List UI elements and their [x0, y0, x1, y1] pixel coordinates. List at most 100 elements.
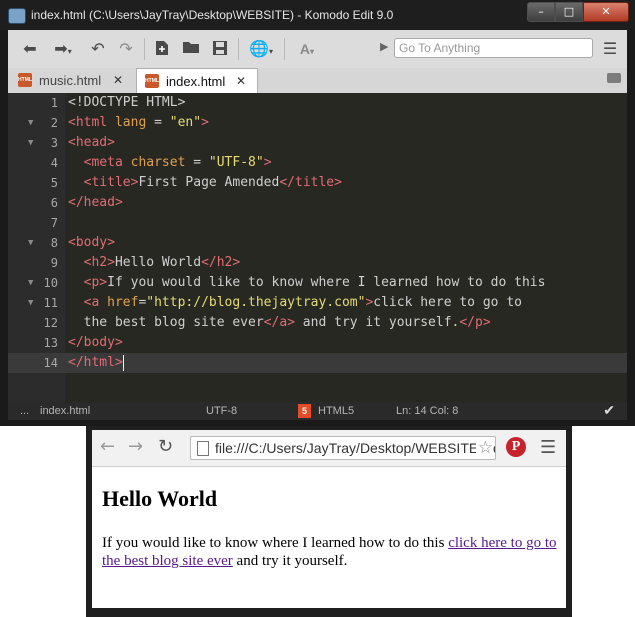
code-text: the best blog site ever</a> and try it y… [68, 313, 491, 333]
line-number: 2 [50, 116, 58, 130]
code-line[interactable]: ▼ 10 <p>If you would like to know where I… [8, 273, 627, 293]
title-bar: index.html (C:\Users\JayTray\Desktop\WEB… [0, 0, 635, 30]
maximize-button[interactable]: □ [555, 2, 583, 22]
minimize-button[interactable]: – [527, 2, 555, 22]
line-number: 7 [50, 216, 58, 230]
menu-icon[interactable]: ☰ [600, 40, 620, 58]
code-line[interactable]: 4 <meta charset = "UTF-8"> [8, 153, 627, 173]
line-number: 3 [50, 136, 58, 150]
code-token: Hello World [114, 255, 202, 270]
font-icon[interactable]: A▾ [292, 40, 322, 58]
status-position: Ln: 14 Col: 8 [396, 405, 459, 417]
code-line[interactable]: 7 [8, 213, 627, 233]
status-dots: ... [20, 405, 30, 417]
code-line[interactable]: ▼ 2 <html lang = "en"> [8, 113, 627, 133]
code-text: <body> [68, 233, 115, 253]
code-token: href [107, 295, 139, 310]
tab-label: index.html [166, 74, 226, 89]
browser-forward-icon[interactable]: → [128, 436, 143, 457]
back-arrow-icon[interactable]: ⬅ [20, 40, 40, 58]
code-text: <html lang = "en"> [68, 113, 209, 133]
line-number: 14 [43, 356, 58, 370]
code-token: <head> [68, 135, 115, 150]
code-token: </h2> [201, 255, 241, 270]
paragraph-text-after: and try it yourself. [232, 553, 348, 569]
browser-menu-icon[interactable]: ☰ [540, 437, 556, 458]
status-language[interactable]: HTML5 [318, 405, 354, 417]
code-token: > [201, 115, 209, 130]
code-token: <!DOCTYPE HTML> [68, 95, 186, 110]
status-filename[interactable]: index.html [40, 405, 90, 417]
line-number: 12 [43, 316, 58, 330]
close-tab-icon[interactable]: ✕ [236, 74, 246, 88]
code-text: <h2>Hello World</h2> [68, 253, 241, 273]
html-file-icon: HTML [18, 73, 32, 87]
code-token: <body> [68, 235, 115, 250]
code-token: the best blog site ever [68, 315, 264, 330]
toolbar-divider [284, 38, 285, 60]
tab-index-html[interactable]: HTML index.html ✕ [136, 68, 258, 93]
close-tab-icon[interactable]: ✕ [113, 73, 123, 87]
code-token: <html [68, 115, 115, 130]
text-cursor [122, 354, 124, 371]
address-bar[interactable]: file:///C:/Users/JayTray/Desktop/WEBSITE… [190, 436, 496, 460]
save-icon[interactable] [210, 40, 230, 58]
code-line[interactable]: 1 <!DOCTYPE HTML> [8, 93, 627, 113]
komodo-app-icon [8, 8, 26, 24]
status-encoding[interactable]: UTF-8 [206, 405, 237, 417]
line-number: 8 [50, 236, 58, 250]
line-number: 10 [43, 276, 58, 290]
code-line[interactable]: 6 </head> [8, 193, 627, 213]
code-editor[interactable]: 1 <!DOCTYPE HTML> ▼ 2 <html lang = "en"> ▼ 3 <h… [8, 93, 627, 402]
code-line[interactable]: ▼ 11 <a href="http://blog.thejaytray.com"… [8, 293, 627, 313]
code-token: "en" [169, 115, 202, 130]
reload-icon[interactable]: ↻ [158, 436, 173, 457]
code-line[interactable]: 14 </html> [8, 353, 627, 373]
code-line[interactable]: 13 </body> [8, 333, 627, 353]
code-token: </title> [279, 175, 342, 190]
main-toolbar: ⬅ ➡▾ ↶ ↷ 🌐▾ A▾ ▶ Go To Anything ☰ [8, 30, 627, 69]
line-number: 4 [50, 156, 58, 170]
code-token: <a [83, 295, 108, 310]
line-number: 6 [50, 196, 58, 210]
play-arrow-icon[interactable]: ▶ [380, 40, 388, 53]
code-text: <!DOCTYPE HTML> [68, 93, 185, 113]
undo-icon[interactable]: ↶ [88, 40, 108, 58]
code-token: </html> [68, 355, 123, 370]
bookmark-star-icon[interactable]: ☆ [475, 438, 493, 458]
code-token: and try it yourself. [294, 315, 460, 330]
code-token: lang [114, 115, 147, 130]
code-token: <title> [83, 175, 139, 190]
code-token: charset [130, 155, 186, 170]
tab-list-icon[interactable] [607, 73, 621, 83]
code-line[interactable]: 12 the best blog site ever</a> and try i… [8, 313, 627, 333]
code-text: <a href="http://blog.thejaytray.com">cli… [68, 293, 522, 313]
code-line[interactable]: 9 <h2>Hello World</h2> [8, 253, 627, 273]
url-text[interactable]: file:///C:/Users/JayTray/Desktop/WEBSITE… [215, 440, 495, 456]
pinterest-icon[interactable]: P [506, 437, 526, 457]
checkmark-icon[interactable]: ✔ [603, 402, 615, 419]
open-folder-icon[interactable] [180, 40, 202, 58]
forward-arrow-icon[interactable]: ➡▾ [48, 40, 78, 58]
paragraph-text-before: If you would like to know where I learne… [102, 535, 449, 551]
tab-music-html[interactable]: HTML music.html ✕ [10, 68, 134, 93]
code-text: </head> [68, 193, 123, 213]
komodo-window: index.html (C:\Users\JayTray\Desktop\WEB… [0, 0, 635, 426]
code-line[interactable]: ▼ 3 <head> [8, 133, 627, 153]
code-line[interactable]: 5 <title>First Page Amended</title> [8, 173, 627, 193]
code-token: click here to go to [373, 295, 522, 310]
new-file-icon[interactable] [152, 40, 172, 58]
redo-icon[interactable]: ↷ [116, 40, 136, 58]
code-text: </html> [68, 353, 124, 373]
browser-back-icon[interactable]: ← [100, 436, 115, 457]
code-text: </body> [68, 333, 123, 353]
go-to-anything-input[interactable]: Go To Anything [394, 38, 593, 58]
page-paragraph: If you would like to know where I learne… [102, 534, 557, 570]
toolbar-divider [238, 38, 239, 60]
globe-icon[interactable]: 🌐▾ [246, 40, 276, 58]
close-button[interactable]: ✕ [583, 2, 629, 22]
code-line[interactable]: ▼ 8 <body> [8, 233, 627, 253]
page-icon [197, 441, 209, 456]
